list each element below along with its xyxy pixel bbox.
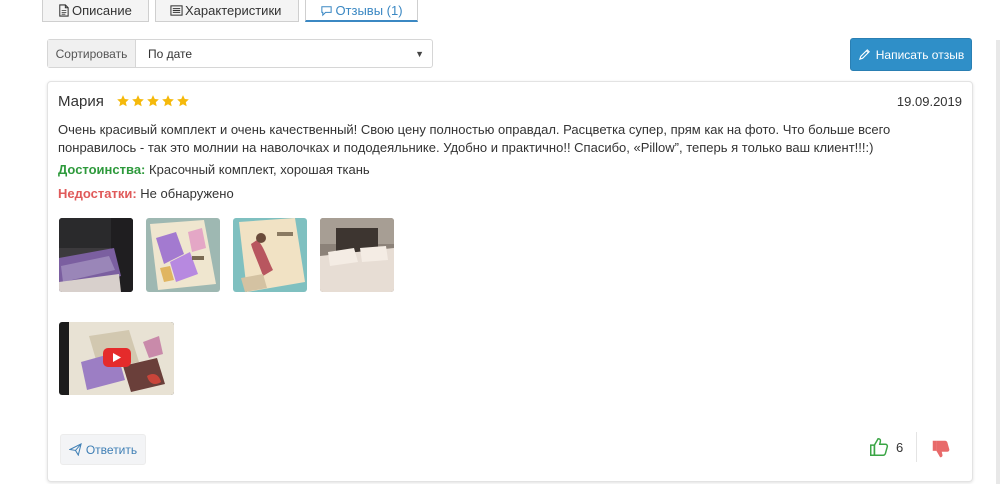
review-text: Очень красивый комплект и очень качестве… (58, 121, 938, 157)
write-review-label: Написать отзыв (875, 47, 965, 62)
scrollbar[interactable] (996, 40, 1000, 484)
review-photo[interactable] (146, 218, 220, 292)
cons-text: Не обнаружено (140, 186, 234, 201)
sort-selected-value: По дате (148, 46, 193, 61)
package-photo-2 (233, 218, 307, 292)
rating-stars (116, 94, 190, 108)
tab-characteristics-label: Характеристики (185, 3, 282, 18)
tab-reviews-label: Отзывы (1) (335, 2, 403, 18)
tab-description[interactable]: Описание (42, 0, 149, 22)
bed-photo-1 (59, 218, 133, 292)
reply-label: Ответить (85, 442, 138, 457)
bed-photo-2 (320, 218, 394, 292)
vote-divider (916, 432, 917, 462)
review-tabs: Описание Характеристики Отзывы (1) (42, 0, 424, 22)
review-pros: Достоинства: Красочный комплект, хорошая… (58, 162, 370, 177)
video-preview (59, 322, 174, 395)
review-cons: Недостатки: Не обнаружено (58, 186, 234, 201)
paper-plane-icon (68, 443, 82, 456)
review-text-line: Очень красивый комплект и очень качестве… (58, 122, 891, 137)
thumbs-down-icon[interactable] (930, 438, 952, 460)
review-photo[interactable] (320, 218, 394, 292)
pros-label: Достоинства: (58, 162, 146, 177)
review-photo[interactable] (59, 218, 133, 292)
star-icon (147, 95, 159, 107)
review-card: Мария 19.09.2019 Очень красивый комплект… (47, 81, 973, 482)
pros-text: Красочный комплект, хорошая ткань (149, 162, 370, 177)
chevron-down-icon: ▼ (415, 48, 424, 59)
pencil-icon (858, 49, 870, 61)
review-date: 19.09.2019 (896, 94, 962, 109)
review-author: Мария (58, 93, 104, 110)
sort-control: Сортировать По дате ▼ (47, 39, 433, 68)
tab-characteristics[interactable]: Характеристики (155, 0, 299, 22)
star-icon (177, 95, 189, 107)
package-photo-1 (146, 218, 220, 292)
list-icon (170, 5, 183, 16)
sort-label: Сортировать (48, 40, 136, 67)
tab-reviews[interactable]: Отзывы (1) (305, 0, 418, 22)
sort-select[interactable]: По дате ▼ (136, 40, 432, 67)
star-icon (132, 95, 144, 107)
write-review-button[interactable]: Написать отзыв (850, 38, 972, 71)
like-count: 6 (896, 440, 904, 455)
review-text-line: понравилось - так это молнии на наволочк… (58, 140, 874, 155)
star-icon (117, 95, 129, 107)
document-icon (59, 4, 69, 17)
star-icon (162, 95, 174, 107)
review-photo[interactable] (233, 218, 307, 292)
cons-label: Недостатки: (58, 186, 137, 201)
tab-description-label: Описание (72, 3, 132, 18)
review-video-thumbnail[interactable] (59, 322, 174, 395)
comment-icon (321, 5, 333, 16)
thumbs-up-icon[interactable] (868, 436, 890, 458)
reply-button[interactable]: Ответить (60, 434, 146, 465)
